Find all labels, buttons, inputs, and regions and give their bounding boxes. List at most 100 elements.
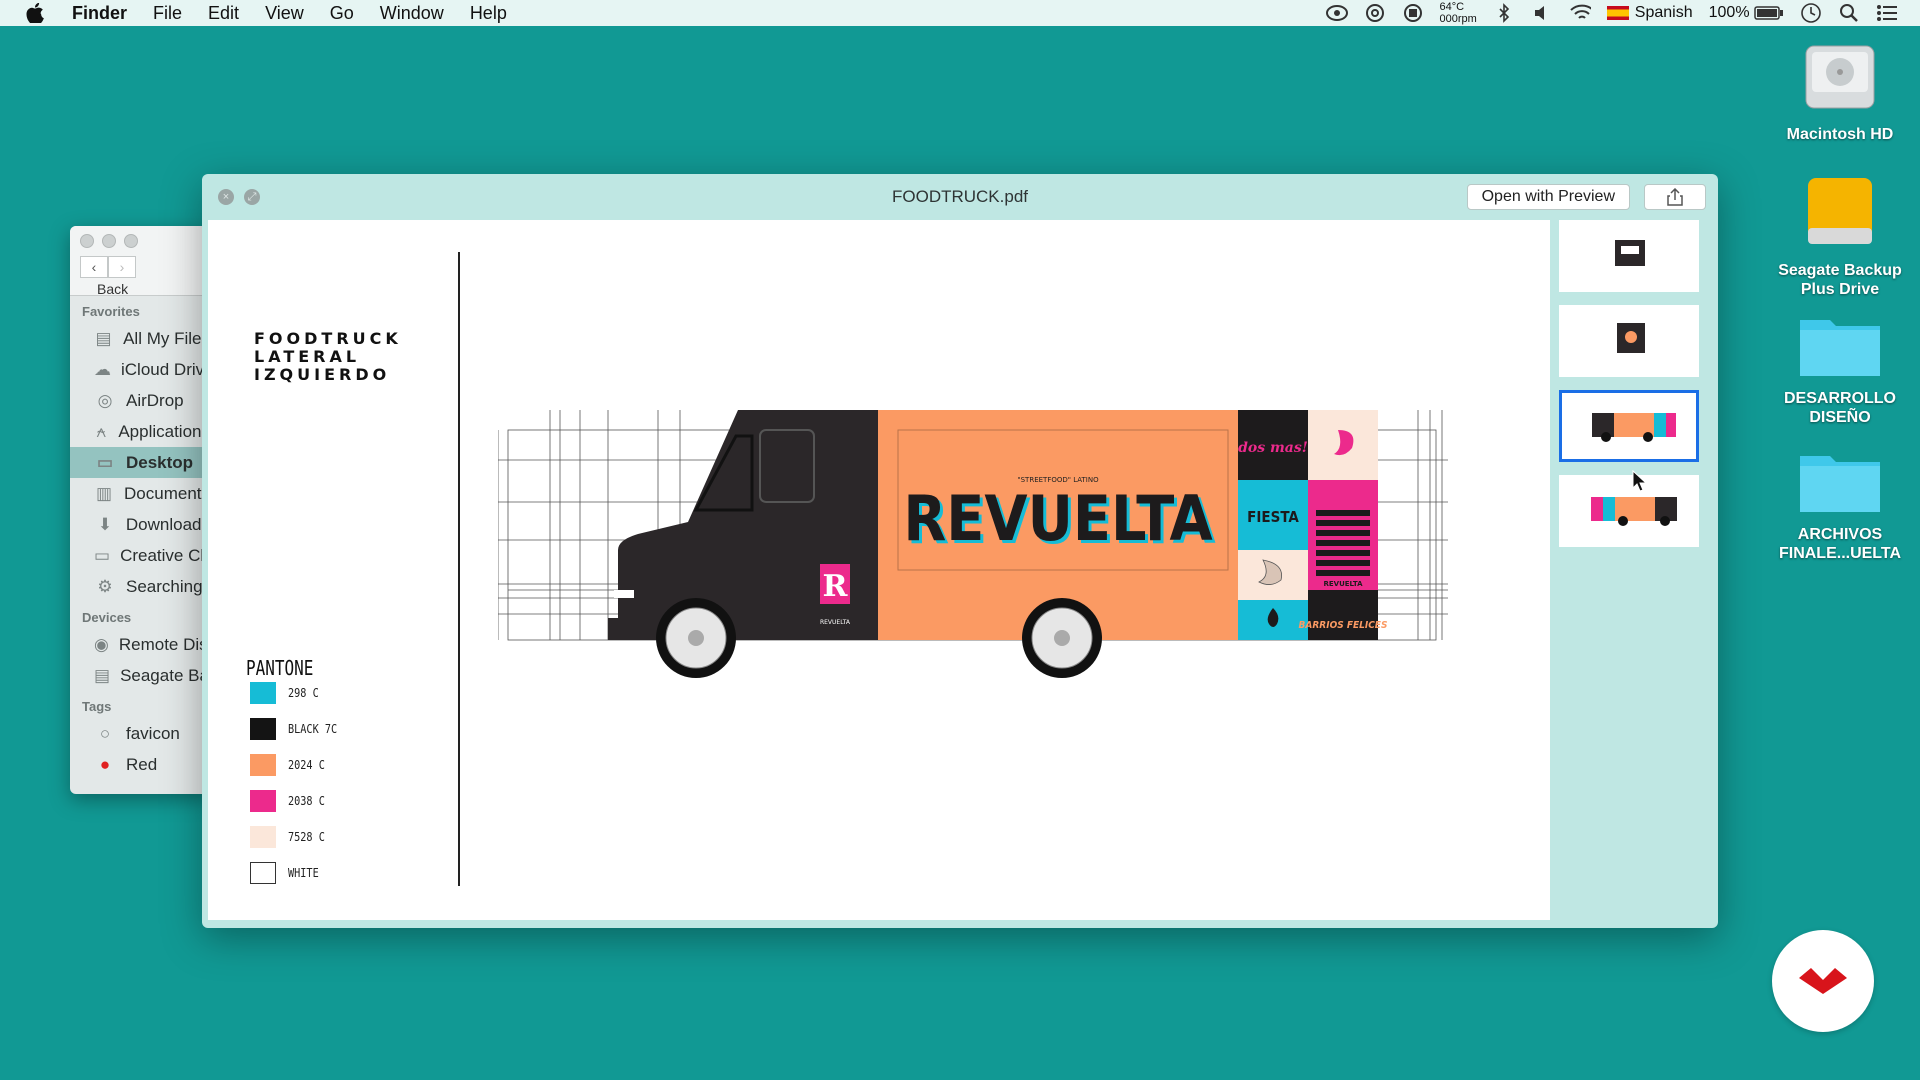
svg-text:dos mas!: dos mas! [1238, 440, 1308, 456]
open-with-preview-button[interactable]: Open with Preview [1466, 184, 1630, 210]
menu-bar: Finder File Edit View Go Window Help 64°… [0, 0, 1920, 26]
menu-window[interactable]: Window [380, 3, 444, 24]
sidebar-item-tag-red[interactable]: ● Red [70, 749, 210, 780]
finder-toolbar: ‹ › Back [70, 226, 210, 297]
menu-view[interactable]: View [265, 3, 304, 24]
menu-edit[interactable]: Edit [208, 3, 239, 24]
notification-center-icon[interactable] [1876, 2, 1898, 24]
page-thumbnail-1[interactable] [1559, 220, 1699, 292]
sidebar-item-remote-disc[interactable]: ◉ Remote Disc [70, 629, 210, 660]
desktop-icon-macintosh-hd[interactable]: Macintosh HD [1760, 38, 1920, 144]
pantone-swatch [250, 862, 276, 884]
share-icon [1667, 188, 1683, 206]
sidebar-item-all-my-files[interactable]: ▤ All My Files [70, 323, 210, 354]
document-icon: ▥ [95, 483, 113, 503]
battery-icon [1754, 6, 1783, 20]
pantone-swatch-label: WHITE [288, 866, 319, 880]
quicklook-titlebar: × ⤢ FOODTRUCK.pdf Open with Preview [202, 174, 1718, 220]
external-drive-icon [1760, 174, 1920, 255]
svg-text:R: R [823, 569, 849, 604]
page-thumbnail-4[interactable] [1559, 475, 1699, 547]
page-divider [458, 252, 460, 886]
page-thumbnail-2[interactable] [1559, 305, 1699, 377]
menu-file[interactable]: File [153, 3, 182, 24]
menu-help[interactable]: Help [470, 3, 507, 24]
close-icon[interactable]: × [218, 189, 234, 205]
quicklook-window[interactable]: × ⤢ FOODTRUCK.pdf Open with Preview FOOD… [202, 174, 1718, 928]
forward-button[interactable]: › [108, 256, 136, 278]
cloud-sync-icon[interactable] [1325, 2, 1348, 24]
fullscreen-icon[interactable]: ⤢ [244, 189, 260, 205]
pdf-page: FOODTRUCK LATERAL IZQUIERDO PANTONE 298 … [208, 220, 1550, 920]
desktop-icon-archivos-finales[interactable]: ARCHIVOS FINALE...UELTA [1760, 448, 1920, 563]
temp-readout[interactable]: 64°C 000rpm [1440, 1, 1477, 25]
folder-icon [1760, 448, 1920, 519]
pantone-swatch [250, 790, 276, 812]
bluetooth-icon[interactable] [1493, 2, 1515, 24]
desktop-icon-desarrollo-diseno[interactable]: DESARROLLO DISEÑO [1760, 312, 1920, 427]
menu-go[interactable]: Go [330, 3, 354, 24]
pantone-swatch-label: 298 C [288, 686, 319, 700]
brand-logo-icon [1799, 968, 1847, 994]
minimize-button[interactable] [102, 234, 116, 248]
pantone-swatch-label: 2024 C [288, 758, 325, 772]
close-button[interactable] [80, 234, 94, 248]
time-machine-icon[interactable] [1800, 2, 1822, 24]
record-icon[interactable] [1402, 2, 1424, 24]
document-title: FOODTRUCK.pdf [891, 187, 1029, 206]
disc-icon: ◉ [94, 634, 109, 654]
wifi-icon[interactable] [1569, 2, 1591, 24]
red-tag-icon: ● [99, 754, 111, 774]
sidebar-item-downloads[interactable]: ⬇ Downloads [70, 509, 210, 540]
pantone-swatch [250, 718, 276, 740]
menu-finder[interactable]: Finder [72, 3, 127, 24]
desktop-icon: ▭ [96, 452, 114, 472]
back-button[interactable]: ‹ [80, 256, 108, 278]
folder-icon: ▭ [94, 545, 111, 565]
pantone-header: PANTONE [246, 656, 314, 680]
applications-icon: ⍲ [96, 421, 107, 441]
sidebar-item-tag-favicon[interactable]: ○ favicon [70, 718, 210, 749]
back-label: Back [97, 281, 129, 297]
pantone-swatch-label: 7528 C [288, 830, 325, 844]
pantone-swatch-label: 2038 C [288, 794, 325, 808]
apple-menu-icon[interactable] [26, 3, 52, 23]
pantone-swatch [250, 754, 276, 776]
input-language[interactable]: Spanish [1606, 4, 1693, 22]
cloud-icon: ☁ [94, 359, 111, 379]
creative-cloud-icon[interactable] [1364, 2, 1386, 24]
pantone-swatch-label: BLACK 7C [288, 722, 338, 736]
airdrop-icon: ◎ [97, 390, 113, 410]
foodtruck-illustration: R REVUELTA "STREETFOOD" LATINO REVUELTA … [498, 410, 1448, 678]
devices-header: Devices [82, 610, 132, 625]
rear-wheel [1022, 598, 1102, 678]
sidebar-item-applications[interactable]: ⍲ Applications [70, 416, 210, 447]
favorites-header: Favorites [82, 304, 140, 319]
volume-icon[interactable] [1531, 2, 1553, 24]
sidebar-item-creative-cloud[interactable]: ▭Creative Cloud [70, 540, 210, 571]
svg-text:BARRIOS FELICES: BARRIOS FELICES [1299, 620, 1388, 631]
spotlight-search-icon[interactable] [1838, 2, 1860, 24]
zoom-button[interactable] [124, 234, 138, 248]
sidebar-item-searching[interactable]: ⚙ Searching [70, 571, 210, 602]
page-title: FOODTRUCK LATERAL IZQUIERDO [254, 329, 402, 384]
brand-logo-badge [1772, 930, 1874, 1032]
sidebar-item-airdrop[interactable]: ◎ AirDrop [70, 385, 210, 416]
share-button[interactable] [1644, 184, 1706, 210]
tags-header: Tags [82, 699, 112, 714]
page-thumbnail-3[interactable] [1559, 390, 1699, 462]
sidebar-item-documents[interactable]: ▥ Documents [70, 478, 210, 509]
hard-drive-icon [1760, 38, 1920, 119]
headlight [614, 590, 634, 598]
finder-window[interactable]: ‹ › Back Favorites ▤ All My Files ☁ iCloud… [70, 226, 210, 794]
sidebar-item-desktop[interactable]: ▭ Desktop [70, 447, 210, 478]
desktop-icon-seagate-backup[interactable]: Seagate Backup Plus Drive [1760, 174, 1920, 299]
battery-status[interactable]: 100% [1709, 4, 1784, 22]
truck-cab [618, 410, 878, 640]
pantone-swatch [250, 682, 276, 704]
sidebar-item-seagate[interactable]: ▤Seagate Backup [70, 660, 210, 691]
sidebar-item-icloud-drive[interactable]: ☁ iCloud Drive [70, 354, 210, 385]
svg-text:REVUELTA: REVUELTA [1323, 580, 1363, 588]
truck-side-panels: dos mas! FIESTA REVUELTA BARRIOS FELICES [1238, 410, 1387, 640]
cab-brand-text: REVUELTA [820, 619, 851, 626]
